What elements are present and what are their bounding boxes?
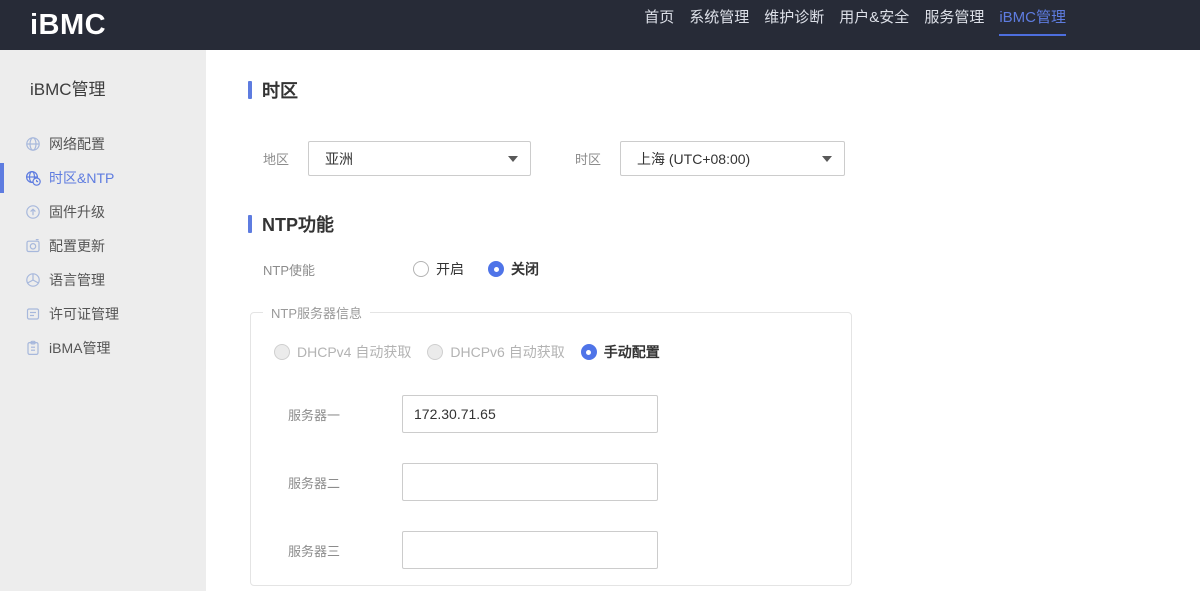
server-three-label: 服务器三 xyxy=(288,543,341,559)
section-title-text: NTP功能 xyxy=(262,215,334,235)
radio-circle-icon xyxy=(413,261,429,277)
sidebar-item-config-update[interactable]: 配置更新 xyxy=(0,229,206,263)
language-globe-icon xyxy=(25,272,41,288)
chevron-down-icon xyxy=(508,155,518,162)
main-content: 时区 地区 亚洲 时区 上海 (UTC+08:00) NTP功能 NTP使能 开… xyxy=(206,50,1200,591)
sidebar-item-timezone-ntp[interactable]: 时区&NTP xyxy=(0,161,206,195)
firmware-upload-icon xyxy=(25,204,41,220)
server-two-label: 服务器二 xyxy=(288,475,341,491)
server-two-input[interactable] xyxy=(402,463,658,501)
radio-circle-checked-icon xyxy=(580,344,597,360)
sidebar-item-label: 网络配置 xyxy=(49,136,105,152)
server-three-row: 服务器三 xyxy=(288,531,851,569)
radio-manual-config[interactable]: 手动配置 xyxy=(580,342,660,362)
region-select[interactable]: 亚洲 xyxy=(308,141,531,176)
timezone-clock-icon xyxy=(25,170,41,186)
license-doc-icon xyxy=(25,306,41,322)
server-one-input[interactable] xyxy=(402,395,658,433)
sidebar-item-label: 配置更新 xyxy=(49,238,105,254)
sidebar-item-firmware-upgrade[interactable]: 固件升级 xyxy=(0,195,206,229)
sidebar-item-label: 时区&NTP xyxy=(49,170,115,186)
sidebar-item-language-management[interactable]: 语言管理 xyxy=(0,263,206,297)
nav-item-services[interactable]: 服务管理 xyxy=(924,7,984,41)
section-accent-bar xyxy=(248,81,252,99)
nav-item-ibmc-management[interactable]: iBMC管理 xyxy=(999,7,1066,41)
top-navigation: 首页 系统管理 维护诊断 用户&安全 服务管理 iBMC管理 xyxy=(644,0,1066,50)
sidebar-item-label: 语言管理 xyxy=(49,272,105,288)
sidebar-title: iBMC管理 xyxy=(30,80,106,99)
ntp-enable-radio-group: 开启 关闭 xyxy=(413,259,539,279)
timezone-section-title: 时区 xyxy=(248,77,1200,103)
sidebar-item-network-config[interactable]: 网络配置 xyxy=(0,127,206,161)
sidebar-item-label: 许可证管理 xyxy=(49,306,119,322)
sidebar-item-ibma-management[interactable]: iBMA管理 xyxy=(0,331,206,365)
timezone-label: 时区 xyxy=(575,152,602,167)
ntp-server-mode-radio-group: DHCPv4 自动获取 DHCPv6 自动获取 手动配置 xyxy=(274,342,851,362)
nav-item-maintenance[interactable]: 维护诊断 xyxy=(764,7,824,41)
timezone-select[interactable]: 上海 (UTC+08:00) xyxy=(620,141,845,176)
ntp-enable-row: NTP使能 开启 关闭 xyxy=(248,259,1200,279)
radio-dhcpv4-auto: DHCPv4 自动获取 xyxy=(274,342,411,362)
ibma-clipboard-icon xyxy=(25,340,41,356)
radio-ntp-off[interactable]: 关闭 xyxy=(488,259,539,279)
config-update-icon xyxy=(25,238,41,254)
top-bar: iBMC 首页 系统管理 维护诊断 用户&安全 服务管理 iBMC管理 xyxy=(0,0,1200,50)
server-two-row: 服务器二 xyxy=(288,463,851,501)
section-accent-bar xyxy=(248,215,252,233)
server-one-row: 服务器一 xyxy=(288,395,851,433)
radio-ntp-on[interactable]: 开启 xyxy=(413,259,464,279)
timezone-select-value: 上海 (UTC+08:00) xyxy=(637,150,751,167)
ntp-enable-label: NTP使能 xyxy=(263,262,316,278)
region-select-value: 亚洲 xyxy=(325,150,353,167)
ntp-server-info-group: NTP服务器信息 DHCPv4 自动获取 DHCPv6 自动获取 手动配置 服务… xyxy=(250,303,852,586)
radio-circle-disabled-icon xyxy=(427,344,444,360)
radio-dhcpv6-auto: DHCPv6 自动获取 xyxy=(427,342,565,362)
chevron-down-icon xyxy=(822,155,832,162)
timezone-form-row: 地区 亚洲 时区 上海 (UTC+08:00) xyxy=(248,141,1200,176)
nav-item-system[interactable]: 系统管理 xyxy=(689,7,749,41)
sidebar: iBMC管理 网络配置 时区&NTP 固件升级 配置更新 语言管理 许可证管理 … xyxy=(0,50,206,591)
region-label: 地区 xyxy=(263,152,290,167)
ntp-section-title: NTP功能 xyxy=(248,211,1200,237)
nav-item-user-security[interactable]: 用户&安全 xyxy=(839,7,909,41)
radio-circle-disabled-icon xyxy=(274,344,290,360)
sidebar-item-license-management[interactable]: 许可证管理 xyxy=(0,297,206,331)
server-one-label: 服务器一 xyxy=(288,407,341,423)
sidebar-item-label: 固件升级 xyxy=(49,204,105,220)
sidebar-item-label: iBMA管理 xyxy=(49,340,111,356)
radio-circle-checked-icon xyxy=(488,261,504,277)
sidebar-menu: 网络配置 时区&NTP 固件升级 配置更新 语言管理 许可证管理 iBMA管理 xyxy=(0,127,206,365)
ntp-server-info-legend: NTP服务器信息 xyxy=(271,306,363,321)
section-title-text: 时区 xyxy=(262,81,298,101)
ibmc-logo: iBMC xyxy=(30,8,107,41)
network-globe-icon xyxy=(25,136,41,152)
server-three-input[interactable] xyxy=(402,531,658,569)
nav-item-home[interactable]: 首页 xyxy=(644,7,674,41)
